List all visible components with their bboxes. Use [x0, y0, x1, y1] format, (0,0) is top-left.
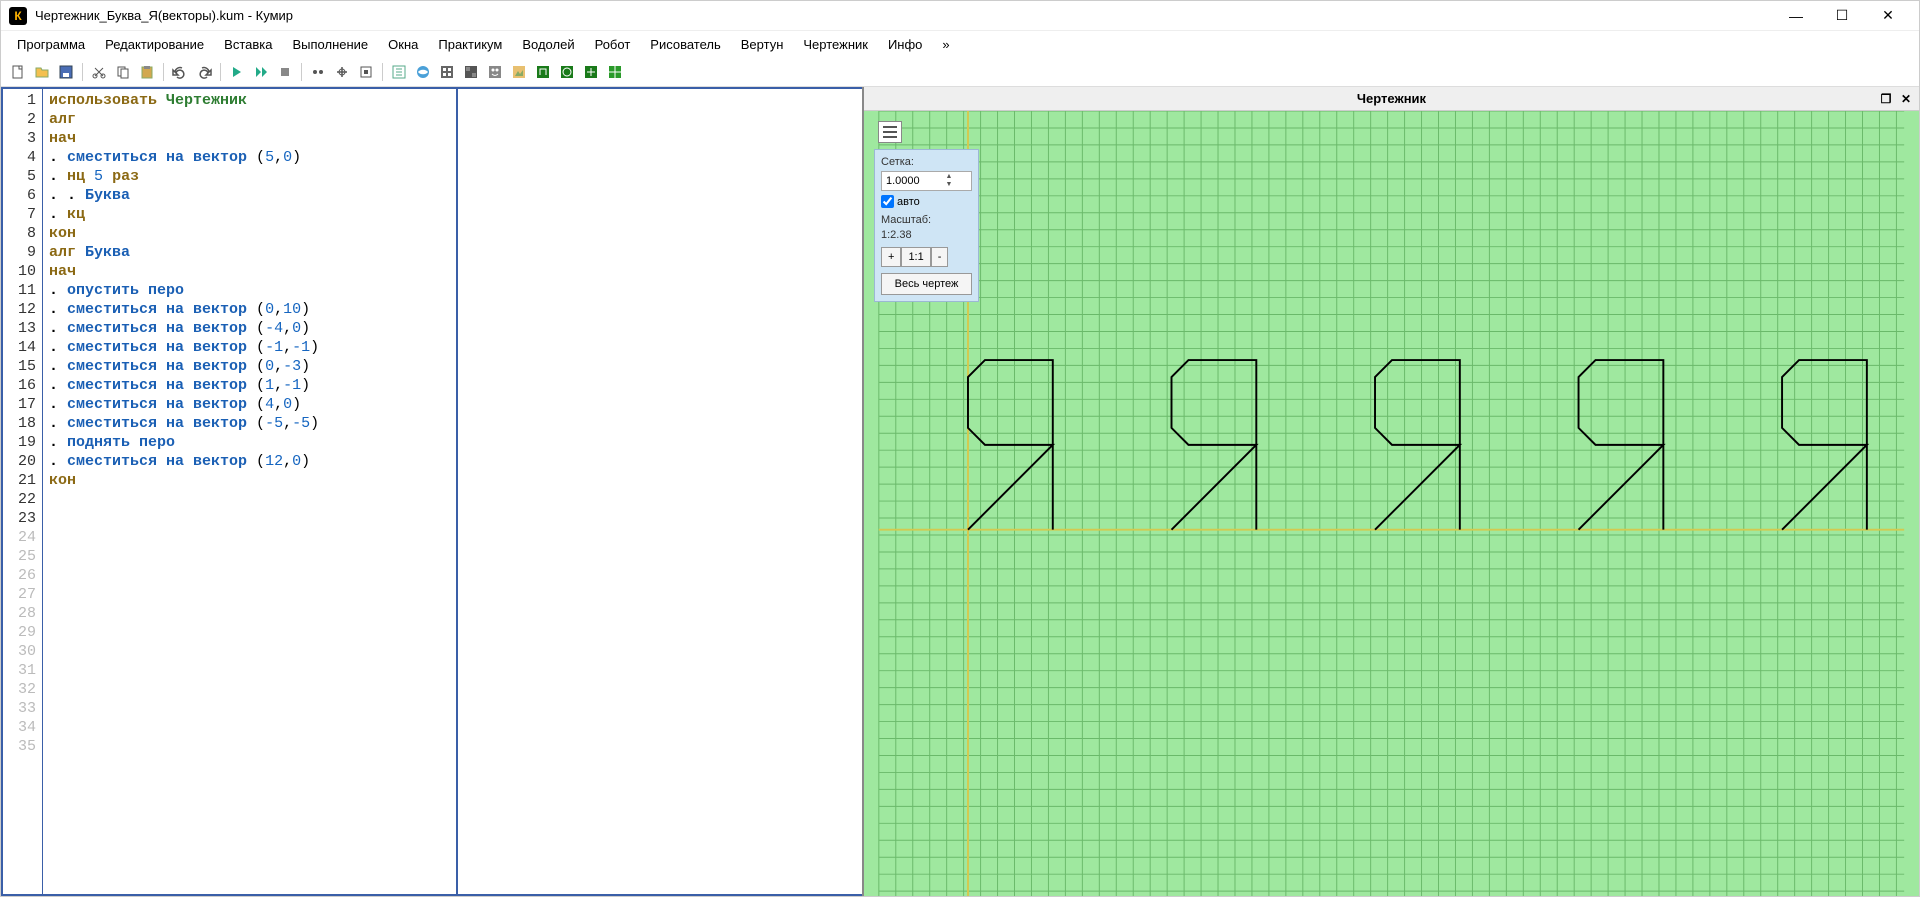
zoom-in-button[interactable]: + — [881, 247, 901, 267]
zoom-out-button[interactable]: - — [931, 247, 949, 267]
scale-label: Масштаб: — [881, 214, 972, 226]
m4-icon[interactable] — [460, 61, 482, 83]
m10-icon[interactable] — [604, 61, 626, 83]
fit-all-button[interactable]: Весь чертеж — [881, 273, 972, 295]
auto-checkbox-input[interactable] — [881, 195, 894, 208]
m3-icon[interactable] — [436, 61, 458, 83]
menu-редактирование[interactable]: Редактирование — [97, 34, 212, 55]
window-title: Чертежник_Буква_Я(векторы).kum - Кумир — [35, 8, 1773, 23]
line-gutter: 1234567891011121314151617181920212223242… — [3, 89, 43, 894]
redo-icon[interactable] — [193, 61, 215, 83]
m1-icon[interactable] — [388, 61, 410, 83]
zoom-reset-button[interactable]: 1:1 — [901, 247, 930, 267]
undo-icon[interactable] — [169, 61, 191, 83]
debug1-icon[interactable] — [307, 61, 329, 83]
menu-инфо[interactable]: Инфо — [880, 34, 930, 55]
debug2-icon[interactable] — [331, 61, 353, 83]
grid-size-spinner[interactable]: ▲▼ — [881, 171, 972, 191]
toolbar — [1, 57, 1919, 87]
run-icon[interactable] — [226, 61, 248, 83]
step-icon[interactable] — [250, 61, 272, 83]
maximize-button[interactable]: ☐ — [1819, 1, 1865, 31]
m8-icon[interactable] — [556, 61, 578, 83]
m9-icon[interactable] — [580, 61, 602, 83]
menu-робот[interactable]: Робот — [587, 34, 639, 55]
m5-icon[interactable] — [484, 61, 506, 83]
scale-value: 1:2.38 — [881, 229, 972, 241]
editor-pane: 1234567891011121314151617181920212223242… — [1, 87, 863, 896]
canvas-control-panel: Сетка: ▲▼ авто Масштаб: 1:2.38 + 1:1 - — [874, 149, 979, 302]
paste-icon[interactable] — [136, 61, 158, 83]
code-area[interactable]: использовать Чертежникалгнач. сместиться… — [43, 89, 456, 894]
auto-checkbox[interactable]: авто — [881, 195, 972, 208]
drawer-title-text: Чертежник — [1357, 91, 1426, 106]
grid-size-input[interactable] — [882, 175, 942, 187]
menu-окна[interactable]: Окна — [380, 34, 426, 55]
menu-вертун[interactable]: Вертун — [733, 34, 792, 55]
save-icon[interactable] — [55, 61, 77, 83]
m2-icon[interactable] — [412, 61, 434, 83]
menu-водолей[interactable]: Водолей — [514, 34, 582, 55]
menu-рисователь[interactable]: Рисователь — [642, 34, 728, 55]
menu-практикум[interactable]: Практикум — [430, 34, 510, 55]
menu-вставка[interactable]: Вставка — [216, 34, 280, 55]
new-icon[interactable] — [7, 61, 29, 83]
menubar: ПрограммаРедактированиеВставкаВыполнение… — [1, 31, 1919, 57]
menu-»[interactable]: » — [934, 34, 957, 55]
debug3-icon[interactable] — [355, 61, 377, 83]
drawer-close-button[interactable]: ✕ — [1897, 90, 1915, 108]
drawer-pane: Чертежник ❐ ✕ Сетка: ▲▼ авто — [863, 87, 1919, 896]
menu-программа[interactable]: Программа — [9, 34, 93, 55]
m6-icon[interactable] — [508, 61, 530, 83]
drawer-detach-button[interactable]: ❐ — [1877, 90, 1895, 108]
cut-icon[interactable] — [88, 61, 110, 83]
copy-icon[interactable] — [112, 61, 134, 83]
auto-label: авто — [897, 196, 920, 208]
code-editor[interactable]: 1234567891011121314151617181920212223242… — [1, 87, 458, 896]
grid-label: Сетка: — [881, 156, 972, 168]
close-button[interactable]: ✕ — [1865, 1, 1911, 31]
drawer-canvas[interactable]: Сетка: ▲▼ авто Масштаб: 1:2.38 + 1:1 - — [864, 111, 1919, 896]
app-icon: К — [9, 7, 27, 25]
menu-выполнение[interactable]: Выполнение — [284, 34, 376, 55]
titlebar: К Чертежник_Буква_Я(векторы).kum - Кумир… — [1, 1, 1919, 31]
canvas-menu-button[interactable] — [878, 121, 902, 143]
drawer-title: Чертежник ❐ ✕ — [864, 87, 1919, 111]
m7-icon[interactable] — [532, 61, 554, 83]
open-icon[interactable] — [31, 61, 53, 83]
menu-чертежник[interactable]: Чертежник — [795, 34, 876, 55]
stop-icon[interactable] — [274, 61, 296, 83]
output-pane — [458, 87, 862, 896]
minimize-button[interactable]: — — [1773, 1, 1819, 31]
